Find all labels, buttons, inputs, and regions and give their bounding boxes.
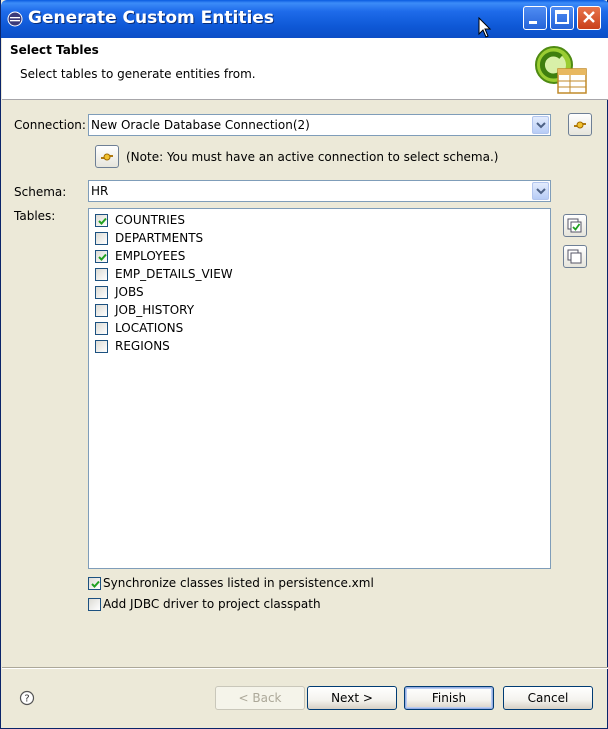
connection-value: New Oracle Database Connection(2) <box>91 118 310 132</box>
footer-separator <box>2 667 608 669</box>
cancel-button[interactable]: Cancel <box>503 686 593 710</box>
table-checkbox[interactable] <box>95 304 108 317</box>
database-connect-icon <box>101 153 113 161</box>
table-name: EMP_DETAILS_VIEW <box>115 267 233 281</box>
database-connect-icon <box>574 121 586 129</box>
schema-value: HR <box>91 184 109 198</box>
table-name: LOCATIONS <box>115 321 184 335</box>
back-button[interactable]: < Back <box>215 686 305 710</box>
table-name: EMPLOYEES <box>115 249 186 263</box>
select-all-button[interactable] <box>563 214 587 237</box>
sync-classes-checkbox[interactable] <box>88 577 101 590</box>
schema-combo[interactable]: HR <box>88 180 551 202</box>
deselect-all-icon <box>567 249 582 264</box>
chevron-down-icon <box>536 122 546 129</box>
close-icon <box>583 11 595 23</box>
table-name: DEPARTMENTS <box>115 231 204 245</box>
page-title: Select Tables <box>10 43 99 57</box>
chevron-down-icon <box>536 188 546 195</box>
mouse-cursor-icon <box>478 17 492 38</box>
schema-label: Schema: <box>14 185 67 199</box>
table-checkbox[interactable] <box>95 340 108 353</box>
window-title: Generate Custom Entities <box>28 8 274 28</box>
checkmark-icon <box>98 217 107 225</box>
connection-label: Connection: <box>14 118 86 132</box>
checkmark-icon <box>91 580 100 588</box>
entity-wizard-icon <box>535 46 587 94</box>
jdbc-driver-checkbox[interactable] <box>88 598 101 611</box>
table-checkbox[interactable] <box>95 286 108 299</box>
minimize-button[interactable] <box>523 6 547 30</box>
connection-dropdown-arrow[interactable] <box>532 116 549 134</box>
help-icon[interactable]: ? <box>19 690 35 706</box>
svg-text:?: ? <box>24 694 29 705</box>
maximize-icon <box>555 10 569 24</box>
wizard-window: Generate Custom Entities Select Tables S… <box>0 0 608 729</box>
table-name: COUNTRIES <box>115 213 185 227</box>
schema-dropdown-arrow[interactable] <box>532 182 549 200</box>
table-checkbox[interactable] <box>95 232 108 245</box>
table-checkbox[interactable] <box>95 268 108 281</box>
table-checkbox[interactable] <box>95 250 108 263</box>
wizard-header: Select Tables Select tables to generate … <box>2 38 608 100</box>
finish-button[interactable]: Finish <box>404 686 494 710</box>
table-name: JOB_HISTORY <box>115 303 195 317</box>
tables-list[interactable]: COUNTRIES DEPARTMENTS EMPLOYEES EMP_DETAILS… <box>88 208 551 569</box>
sync-classes-label: Synchronize classes listed in persistenc… <box>103 576 374 590</box>
connection-combo[interactable]: New Oracle Database Connection(2) <box>88 114 551 136</box>
eclipse-icon <box>7 11 23 27</box>
title-bar[interactable]: Generate Custom Entities <box>1 0 608 38</box>
page-description: Select tables to generate entities from. <box>20 67 256 81</box>
jdbc-driver-label: Add JDBC driver to project classpath <box>103 597 321 611</box>
next-button[interactable]: Next > <box>307 686 397 710</box>
table-name: REGIONS <box>115 339 170 353</box>
table-checkbox[interactable] <box>95 322 108 335</box>
select-all-icon <box>567 218 582 233</box>
checkmark-icon <box>98 253 107 261</box>
connection-note: (Note: You must have an active connectio… <box>126 150 499 164</box>
minimize-icon <box>529 21 537 24</box>
tables-label: Tables: <box>14 209 56 223</box>
close-button[interactable] <box>577 6 601 30</box>
deselect-all-button[interactable] <box>563 245 587 268</box>
table-checkbox[interactable] <box>95 214 108 227</box>
table-name: JOBS <box>115 285 144 299</box>
reconnect-button[interactable] <box>95 145 119 168</box>
add-connection-button[interactable] <box>568 113 592 136</box>
maximize-button[interactable] <box>550 6 574 30</box>
